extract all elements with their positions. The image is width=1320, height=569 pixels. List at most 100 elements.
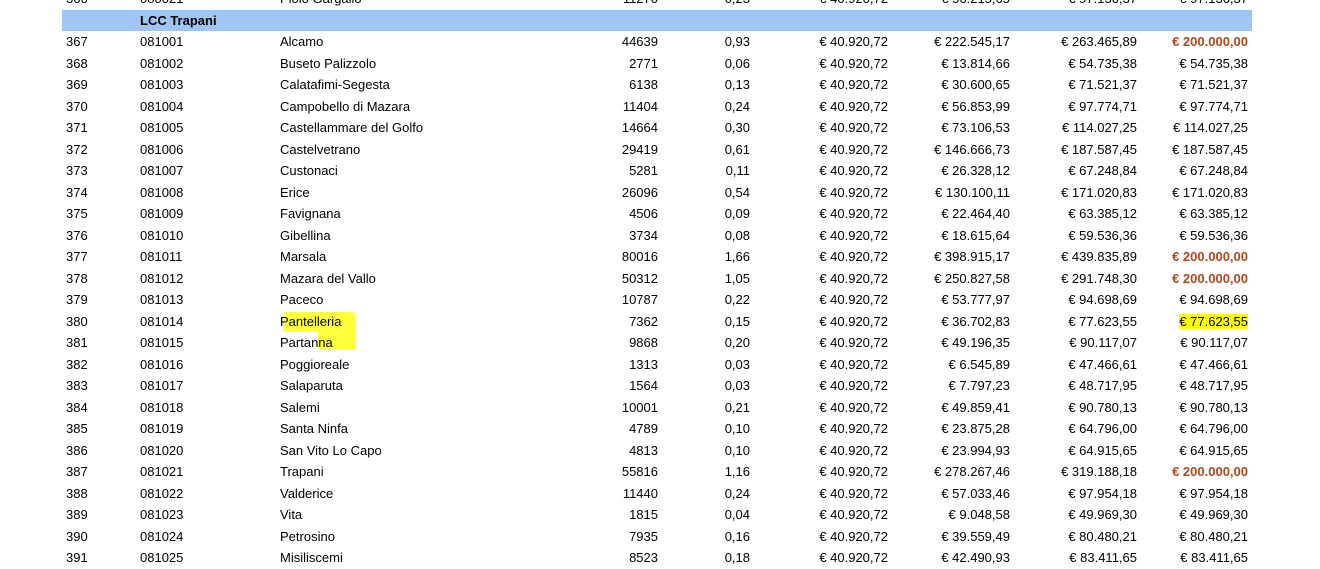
- amount-final-cell: € 83.411,65: [1180, 550, 1248, 565]
- amount-fixed-cell: € 40.920,72: [819, 356, 888, 372]
- amount-variable-cell: € 23.875,28: [941, 421, 1010, 436]
- population-cell: 4813: [629, 442, 658, 458]
- amount-total-cell: € 80.480,21: [1068, 528, 1137, 544]
- row-number-cell: 367: [66, 34, 88, 49]
- population-cell: 10001: [621, 399, 658, 415]
- amount-final-cell: € 47.466,61: [1179, 356, 1248, 372]
- municipality-name-cell: Calatafimi-Segesta: [280, 77, 390, 92]
- amount-fixed-cell: € 40.920,72: [819, 206, 888, 221]
- amount-total-cell: € 59.536,36: [1068, 227, 1137, 243]
- table-row: 384 081018 Salemi 10001 0,21 € 40.920,72 € 49.…: [0, 397, 1320, 419]
- row-number-cell: 390: [66, 528, 88, 544]
- table-row: 383 081017 Salaparuta 1564 0,03 € 40.920,72 € …: [0, 375, 1320, 397]
- population-cell: 2771: [629, 55, 658, 71]
- istat-code-cell: 081020: [140, 442, 184, 458]
- municipality-name-cell: San Vito Lo Capo: [280, 442, 382, 458]
- municipality-name-cell: Favignana: [280, 206, 341, 221]
- percent-cell: 0,23: [690, 0, 750, 10]
- row-number-cell: 388: [66, 485, 88, 501]
- population-cell: 1815: [629, 507, 658, 522]
- istat-code-cell: 080021: [140, 0, 240, 10]
- amount-total-cell: € 171.020,83: [1061, 184, 1137, 200]
- amount-fixed-cell: € 40.920,72: [819, 464, 888, 479]
- istat-code-cell: 081003: [140, 77, 184, 92]
- amount-total-cell: € 114.027,25: [1062, 120, 1137, 135]
- percent-cell: 0,24: [724, 485, 750, 501]
- row-number-cell: 384: [66, 399, 88, 415]
- amount-variable-cell: € 53.777,97: [941, 292, 1010, 307]
- table-row: 386 081020 San Vito Lo Capo 4813 0,10 € 40.92…: [0, 440, 1320, 462]
- population-cell: 50312: [621, 270, 658, 286]
- row-number-cell: 376: [66, 227, 88, 243]
- population-cell: 11404: [622, 98, 658, 114]
- municipality-name-cell: Castellammare del Golfo: [280, 120, 424, 135]
- percent-cell: 0,30: [724, 120, 750, 135]
- row-number-cell: 378: [66, 270, 88, 286]
- amount-fixed-cell: € 40.920,72: [819, 485, 888, 501]
- population-cell: 3734: [629, 227, 658, 243]
- row-number-cell: 373: [66, 163, 88, 178]
- amount-final-cell: € 94.698,69: [1179, 292, 1248, 307]
- percent-cell: 0,16: [724, 528, 750, 544]
- istat-code-cell: 081008: [140, 184, 184, 200]
- table-row-partial: 366 080021 Piolo Gargallo 11270 0,23 € 4…: [0, 0, 1320, 10]
- population-cell: 9868: [629, 335, 658, 350]
- amount-final-cell: € 64.915,65: [1179, 442, 1248, 458]
- percent-cell: 0,61: [724, 141, 750, 157]
- amount-total-cell: € 83.411,65: [1069, 550, 1137, 565]
- amount-variable-cell: € 13.814,66: [941, 55, 1010, 71]
- amount-fixed-cell: € 40.920,72: [819, 55, 888, 71]
- table-row: 369 081003 Calatafimi-Segesta 6138 0,13 € 40.…: [0, 74, 1320, 96]
- percent-cell: 0,21: [724, 399, 750, 415]
- istat-code-cell: 081005: [140, 120, 184, 135]
- municipality-name-cell: Buseto Palizzolo: [280, 55, 377, 71]
- municipality-name-cell: Marsala: [280, 249, 327, 264]
- row-number-cell: 369: [66, 77, 88, 92]
- istat-code-cell: 081021: [140, 464, 184, 479]
- population-cell: 7935: [629, 528, 658, 544]
- istat-code-cell: 081002: [140, 55, 184, 71]
- amount-fixed-cell: € 40.920,72: [819, 313, 888, 329]
- amount-total-cell: € 64.915,65: [1068, 442, 1137, 458]
- row-number-cell: 375: [66, 206, 88, 221]
- amount-variable-cell: € 278.267,46: [934, 464, 1010, 479]
- istat-code-cell: 081012: [140, 270, 184, 286]
- group-label: LCC Trapani: [140, 12, 217, 28]
- municipality-name-cell: Poggioreale: [280, 356, 350, 372]
- population-cell: 7362: [629, 313, 658, 329]
- amount-fixed-cell: € 40.920,72: [770, 0, 888, 10]
- table-row: 381 081015 Partanna 9868 0,20 € 40.920,72 € 49…: [0, 332, 1320, 354]
- row-number-cell: 386: [66, 442, 88, 458]
- table-row: 375 081009 Favignana 4506 0,09 € 40.920,72 € 2…: [0, 203, 1320, 225]
- percent-cell: 0,10: [724, 442, 750, 458]
- population-cell: 4506: [629, 206, 658, 221]
- amount-variable-cell: € 49.859,41: [941, 399, 1010, 415]
- population-cell: 11270: [560, 0, 658, 10]
- amount-final-cell: € 97.136,37: [1140, 0, 1248, 10]
- percent-cell: 0,22: [724, 292, 750, 307]
- row-number-cell: 382: [66, 356, 88, 372]
- amount-fixed-cell: € 40.920,72: [819, 249, 888, 264]
- istat-code-cell: 081014: [140, 313, 184, 329]
- amount-variable-cell: € 9.048,58: [948, 507, 1010, 522]
- municipality-name-cell: Misiliscemi: [280, 550, 343, 565]
- municipality-name-cell: Salaparuta: [280, 378, 343, 393]
- population-cell: 6138: [629, 77, 658, 92]
- amount-final-cell: € 59.536,36: [1179, 227, 1248, 243]
- percent-cell: 0,11: [725, 163, 750, 178]
- population-cell: 80016: [621, 249, 658, 264]
- amount-total-cell: € 97.136,37: [1020, 0, 1137, 10]
- percent-cell: 0,93: [724, 34, 750, 49]
- row-number-cell: 381: [66, 335, 88, 350]
- istat-code-cell: 081018: [140, 399, 184, 415]
- amount-total-cell: € 71.521,37: [1068, 77, 1137, 92]
- population-cell: 10787: [621, 292, 658, 307]
- amount-variable-cell: € 49.196,35: [941, 335, 1010, 350]
- amount-final-cell: € 200.000,00: [1172, 34, 1248, 49]
- percent-cell: 0,20: [724, 335, 750, 350]
- istat-code-cell: 081022: [140, 485, 184, 501]
- amount-total-cell: € 54.735,38: [1068, 55, 1137, 71]
- municipality-name-cell: Mazara del Vallo: [280, 270, 376, 286]
- population-cell: 44639: [621, 34, 658, 49]
- municipality-name-cell: Pantelleria: [280, 313, 342, 329]
